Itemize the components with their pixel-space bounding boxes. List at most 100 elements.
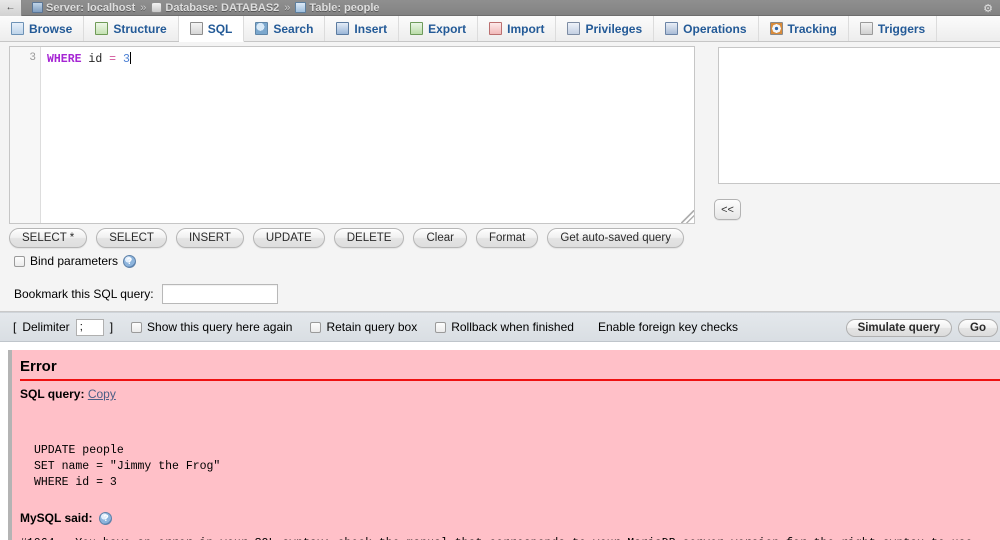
collapse-panel-button[interactable]: << — [714, 199, 741, 220]
tab-structure[interactable]: Structure — [84, 16, 179, 41]
option-label: Rollback when finished — [451, 320, 574, 334]
browse-icon — [11, 22, 24, 35]
bind-parameters-checkbox[interactable] — [14, 255, 25, 267]
tab-operations[interactable]: Operations — [654, 16, 759, 41]
breadcrumb-database-label: Database: DATABAS2 — [165, 1, 280, 14]
breadcrumb-separator: » — [284, 1, 291, 14]
sql-editor-code[interactable]: WHERE id = 3 — [41, 47, 694, 223]
tab-sql[interactable]: SQL — [178, 16, 245, 42]
error-panel-wrapper: Error SQL query: Copy UPDATE people SET … — [0, 342, 1000, 540]
query-button-select[interactable]: SELECT * — [9, 228, 88, 248]
breadcrumb-server-link[interactable]: Server: localhost — [32, 1, 136, 14]
text-caret — [129, 52, 131, 64]
line-number: 3 — [29, 52, 36, 64]
option-retain-query-box[interactable]: Retain query box — [310, 320, 417, 334]
export-icon — [410, 22, 424, 35]
sql-editor[interactable]: 3 WHERE id = 3 — [9, 46, 695, 224]
tab-label: Search — [273, 21, 314, 36]
search-icon — [255, 22, 269, 35]
tab-import[interactable]: Import — [478, 16, 557, 41]
sql-query-label: SQL query: — [20, 387, 85, 401]
breadcrumb: Server: localhost » Database: DATABAS2 »… — [22, 1, 380, 14]
triggers-icon — [859, 22, 873, 35]
tab-label: Triggers — [877, 21, 926, 36]
tab-privileges[interactable]: Privileges — [556, 16, 655, 41]
option-show-this-query-here-again[interactable]: Show this query here again — [131, 320, 292, 334]
tab-label: Operations — [683, 21, 747, 36]
copy-link[interactable]: Copy — [88, 387, 116, 401]
sql-operator: = — [109, 53, 117, 66]
error-divider — [20, 379, 1000, 381]
database-icon — [151, 1, 163, 13]
tab-label: Structure — [113, 21, 167, 36]
error-panel: Error SQL query: Copy UPDATE people SET … — [8, 350, 1000, 540]
tab-export[interactable]: Export — [399, 16, 479, 41]
insert-icon — [336, 22, 350, 35]
query-button-update[interactable]: UPDATE — [252, 228, 325, 248]
help-icon[interactable]: ? — [99, 511, 113, 525]
sql-query-label-row: SQL query: Copy — [20, 387, 1000, 401]
simulate-query-button[interactable]: Simulate query — [845, 319, 953, 337]
tab-triggers[interactable]: Triggers — [849, 16, 938, 41]
nav-tabs: Browse Structure SQL Search Insert Export Impo… — [0, 16, 1000, 42]
sql-form-area: 3 WHERE id = 3 << SELECT * SELECT INSERT UP… — [0, 42, 1000, 312]
option-checkbox[interactable] — [131, 321, 143, 333]
option-rollback-when-finished[interactable]: Rollback when finished — [435, 320, 574, 334]
gear-icon[interactable]: ⚙ — [978, 0, 998, 16]
breadcrumb-table-label: Table: people — [309, 1, 380, 14]
breadcrumb-database-link[interactable]: Database: DATABAS2 — [151, 1, 280, 14]
delimiter-bracket-close: ] — [109, 320, 114, 334]
error-sql-text: UPDATE people SET name = "Jimmy the Frog… — [34, 444, 221, 489]
error-message: #1064 - You have an error in your SQL sy… — [20, 525, 1000, 540]
breadcrumb-table-link[interactable]: Table: people — [295, 1, 380, 14]
help-icon[interactable]: ? — [123, 254, 137, 268]
tab-tracking[interactable]: Tracking — [759, 16, 849, 41]
tab-browse[interactable]: Browse — [0, 16, 85, 41]
delimiter-label: Delimiter — [22, 320, 70, 334]
error-title: Error — [20, 358, 57, 375]
bind-parameters-label: Bind parameters — [30, 254, 119, 268]
privileges-icon — [567, 22, 581, 35]
tab-label: Import — [507, 21, 545, 36]
tab-search[interactable]: Search — [244, 16, 326, 41]
editor-gutter: 3 — [10, 47, 41, 223]
operations-icon — [665, 22, 679, 35]
query-shortcut-buttons: SELECT * SELECT INSERT UPDATE DELETE Clear For… — [9, 228, 684, 248]
query-button-select[interactable]: SELECT — [96, 228, 167, 248]
sql-keyword: WHERE — [47, 53, 82, 66]
option-label: Enable foreign key checks — [597, 320, 739, 334]
breadcrumb-server-label: Server: localhost — [46, 1, 136, 14]
tab-label: Tracking — [787, 21, 837, 36]
option-label: Show this query here again — [147, 320, 293, 334]
tab-label: SQL — [207, 21, 233, 36]
query-button-format[interactable]: Format — [475, 228, 539, 248]
mysql-said-label: MySQL said: — [20, 511, 93, 525]
option-checkbox[interactable] — [435, 321, 447, 333]
query-button-clear[interactable]: Clear — [413, 228, 467, 248]
sql-identifier: id — [88, 53, 103, 66]
delimiter-bracket-open: [ — [13, 320, 17, 334]
query-button-get-auto-saved-query[interactable]: Get auto-saved query — [547, 228, 684, 248]
sql-number: 3 — [122, 53, 130, 66]
option-enable-foreign-key-checks[interactable]: Enable foreign key checks — [598, 320, 738, 334]
option-label: Retain query box — [326, 320, 418, 334]
editor-resize-handle[interactable] — [681, 210, 694, 223]
bookmark-label: Bookmark this SQL query: — [14, 287, 154, 301]
tab-insert[interactable]: Insert — [325, 16, 400, 41]
option-checkbox[interactable] — [310, 321, 322, 333]
query-options-bar: [ Delimiter ] Show this query here again… — [0, 312, 1000, 342]
back-button[interactable]: ← — [0, 0, 22, 16]
tab-label: Browse — [29, 21, 73, 36]
go-button[interactable]: Go — [958, 319, 998, 337]
breadcrumb-separator: » — [140, 1, 147, 14]
tab-label: Privileges — [585, 21, 643, 36]
query-action-buttons: Simulate query Go — [845, 319, 998, 337]
delimiter-input[interactable] — [75, 318, 104, 336]
mysql-said-row: MySQL said: ? — [20, 491, 1000, 525]
sql-icon — [189, 22, 203, 35]
query-button-insert[interactable]: INSERT — [175, 228, 244, 248]
bookmark-input[interactable] — [161, 284, 278, 304]
query-button-delete[interactable]: DELETE — [333, 228, 405, 248]
column-selector-panel[interactable] — [718, 47, 1000, 184]
breadcrumb-bar: ← Server: localhost » Database: DATABAS2… — [0, 0, 1000, 16]
